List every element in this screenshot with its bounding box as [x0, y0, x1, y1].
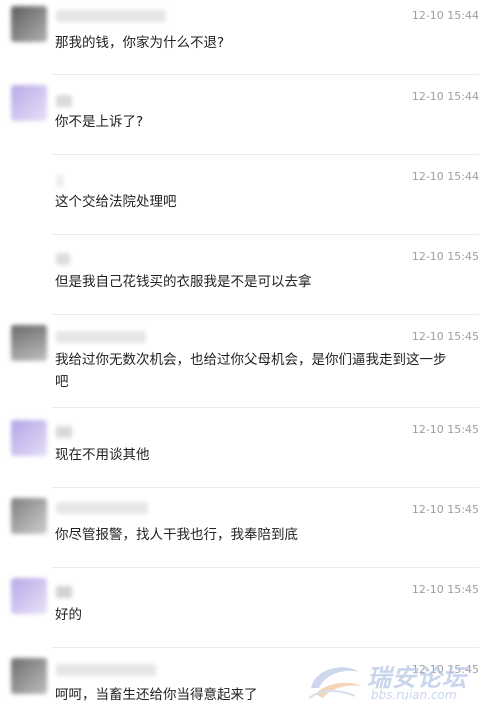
message-time: 12-10 15:45 — [411, 503, 479, 516]
sender-name-redacted — [56, 331, 146, 343]
watermark-logo-icon — [308, 667, 361, 699]
message-time: 12-10 15:44 — [411, 170, 479, 183]
sender-name-redacted — [56, 10, 166, 22]
avatar[interactable] — [11, 6, 47, 42]
sender-name-redacted — [56, 586, 72, 598]
message-text: 我给过你无数次机会，也给过你父母机会，是你们逼我走到这一步吧 — [55, 352, 447, 390]
message-text: 你不是上诉了? — [55, 114, 144, 130]
avatar[interactable] — [11, 325, 47, 361]
message-item[interactable]: 12-10 15:44 那我的钱，你家为什么不退? — [0, 0, 489, 74]
message-item[interactable]: 12-10 15:44 你不是上诉了? — [0, 75, 489, 154]
message-text: 那我的钱，你家为什么不退? — [55, 35, 225, 51]
message-item[interactable]: 12-10 15:44 这个交给法院处理吧 — [0, 155, 489, 234]
message-time: 12-10 15:45 — [411, 583, 479, 596]
sender-name-redacted — [56, 175, 64, 187]
message-time: 12-10 15:44 — [411, 9, 479, 22]
message-item[interactable]: 12-10 15:45 现在不用谈其他 — [0, 408, 489, 487]
message-text: 好的 — [55, 607, 82, 623]
avatar[interactable] — [11, 578, 47, 614]
message-text: 你尽管报警，找人干我也行，我奉陪到底 — [55, 527, 298, 543]
message-time: 12-10 15:45 — [411, 330, 479, 343]
message-time: 12-10 15:45 — [411, 423, 479, 436]
sender-name-redacted — [56, 95, 72, 107]
message-item[interactable]: 12-10 15:45 但是我自己花钱买的衣服我是不是可以去拿 — [0, 235, 489, 314]
message-item[interactable]: 12-10 15:45 你尽管报警，找人干我也行，我奉陪到底 — [0, 488, 489, 567]
sender-name-redacted — [56, 502, 148, 514]
sender-name-redacted — [56, 426, 72, 438]
message-item[interactable]: 12-10 15:45 我给过你无数次机会，也给过你父母机会，是你们逼我走到这一… — [0, 315, 489, 407]
avatar[interactable] — [11, 85, 47, 121]
avatar[interactable] — [11, 420, 47, 456]
message-text: 这个交给法院处理吧 — [55, 194, 177, 210]
chat-message-list: 12-10 15:44 那我的钱，你家为什么不退? 12-10 15:44 你不… — [0, 0, 489, 712]
message-time: 12-10 15:44 — [411, 90, 479, 103]
message-item[interactable]: 12-10 15:45 好的 — [0, 568, 489, 647]
message-text: 现在不用谈其他 — [55, 447, 150, 463]
watermark: 瑞安论坛 bbs.ruian.com — [305, 658, 485, 706]
avatar[interactable] — [11, 658, 47, 694]
watermark-url: bbs.ruian.com — [371, 688, 457, 702]
message-text: 但是我自己花钱买的衣服我是不是可以去拿 — [55, 274, 312, 290]
sender-name-redacted — [56, 253, 70, 265]
avatar[interactable] — [11, 498, 47, 534]
message-time: 12-10 15:45 — [411, 250, 479, 263]
sender-name-redacted — [56, 664, 156, 676]
